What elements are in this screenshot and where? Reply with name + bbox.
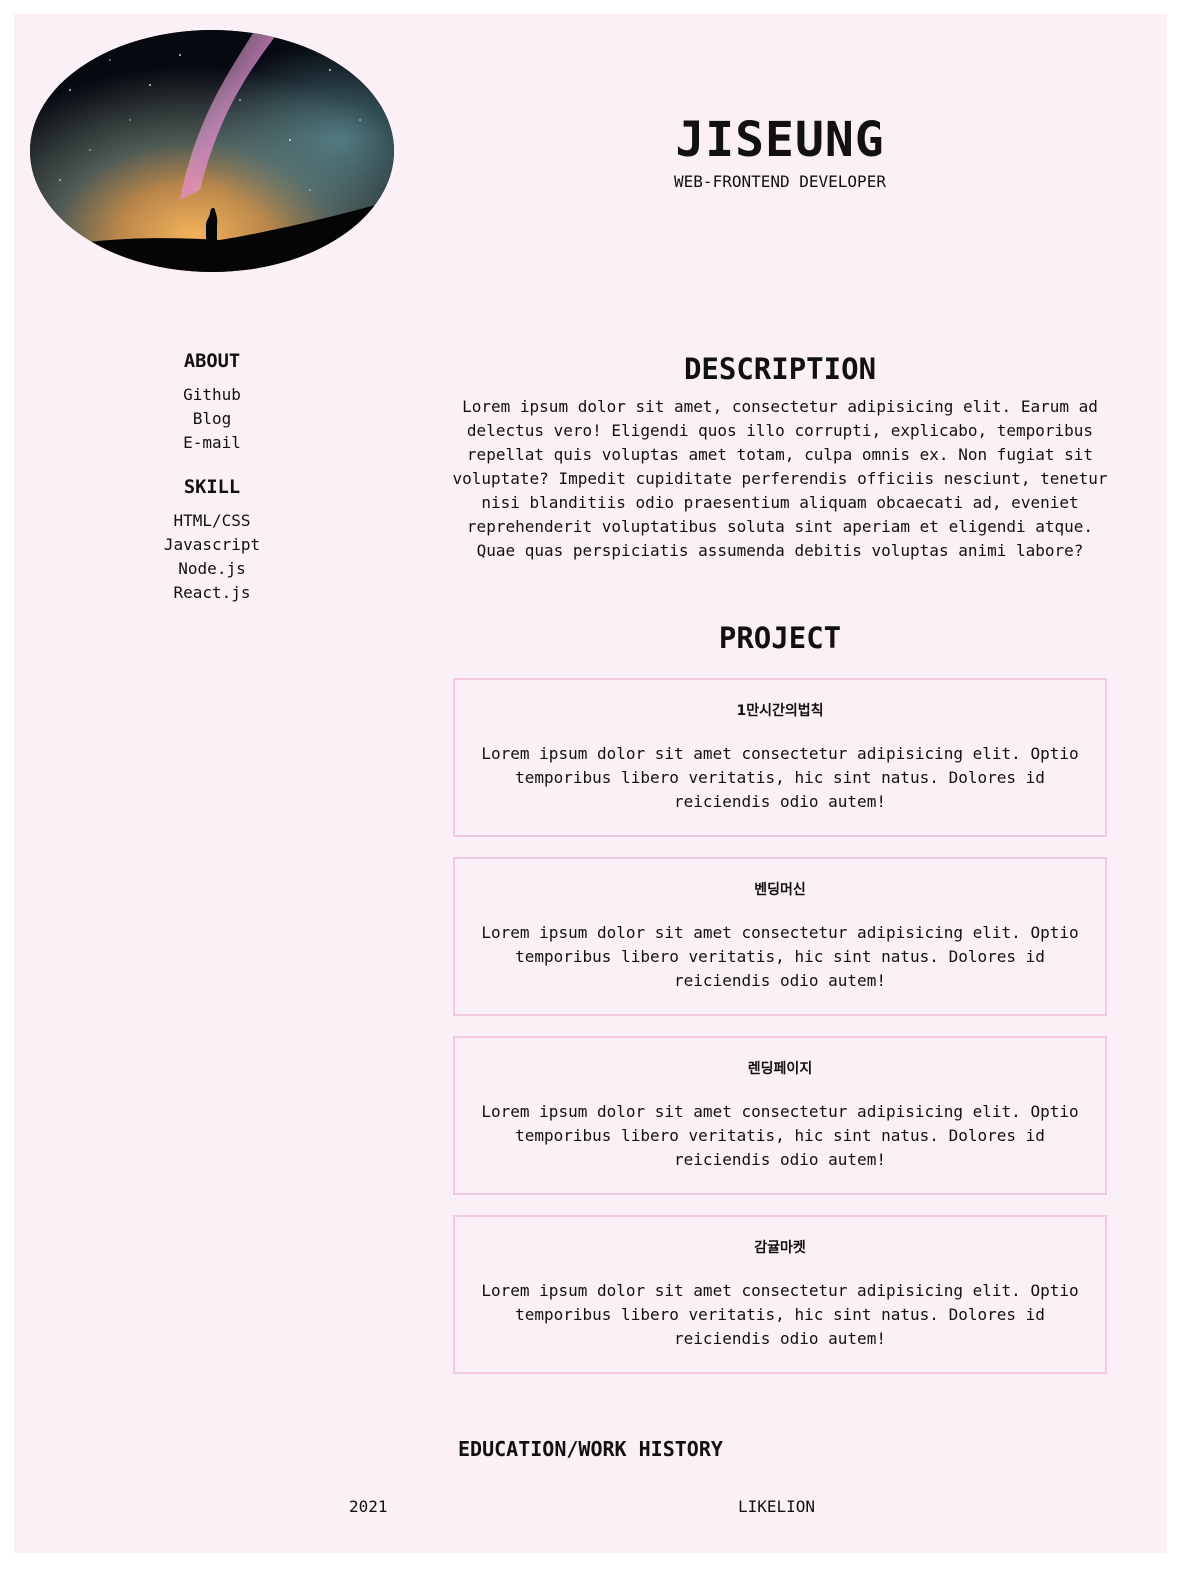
owner-role: WEB-FRONTEND DEVELOPER xyxy=(674,172,886,191)
email-link[interactable]: E-mail xyxy=(183,433,241,452)
milky-way-photo xyxy=(30,30,394,272)
history-organization: LIKELION xyxy=(738,1497,816,1516)
sidebar: ABOUT Github Blog E-mail SKILL HTML/CSS … xyxy=(112,351,312,627)
resume-page: JISEUNG WEB-FRONTEND DEVELOPER ABOUT Git… xyxy=(14,14,1167,1553)
main-content: DESCRIPTION Lorem ipsum dolor sit amet, … xyxy=(444,351,1116,1374)
project-description: Lorem ipsum dolor sit amet consectetur a… xyxy=(481,1102,1079,1169)
project-card[interactable]: 렌딩페이지 Lorem ipsum dolor sit amet consect… xyxy=(453,1036,1107,1195)
project-card[interactable]: 감귤마켓 Lorem ipsum dolor sit amet consecte… xyxy=(453,1215,1107,1374)
project-name: 감귤마켓 xyxy=(754,1240,806,1256)
about-links: Github Blog E-mail xyxy=(112,383,312,455)
history-year: 2021 xyxy=(349,1497,388,1516)
about-link-blog[interactable]: Blog xyxy=(112,407,312,431)
about-link-email[interactable]: E-mail xyxy=(112,431,312,455)
description-text: Lorem ipsum dolor sit amet, consectetur … xyxy=(452,397,1108,560)
project-name: 렌딩페이지 xyxy=(747,1061,813,1077)
project-section: PROJECT 1만시간의법칙 Lorem ipsum dolor sit am… xyxy=(444,620,1116,1374)
project-name: 벤딩머신 xyxy=(754,882,806,898)
description-title: DESCRIPTION xyxy=(683,352,877,386)
skill-heading: SKILL xyxy=(183,477,241,498)
project-name: 1만시간의법칙 xyxy=(736,703,824,719)
project-list: 1만시간의법칙 Lorem ipsum dolor sit amet conse… xyxy=(444,678,1116,1374)
github-link[interactable]: Github xyxy=(183,385,241,404)
project-description: Lorem ipsum dolor sit amet consectetur a… xyxy=(481,1281,1079,1348)
project-description: Lorem ipsum dolor sit amet consectetur a… xyxy=(481,923,1079,990)
name-block: JISEUNG WEB-FRONTEND DEVELOPER xyxy=(444,110,1116,192)
about-heading: ABOUT xyxy=(183,351,241,372)
project-title: PROJECT xyxy=(718,621,842,655)
skill-list: HTML/CSS Javascript Node.js React.js xyxy=(112,509,312,605)
about-link-github[interactable]: Github xyxy=(112,383,312,407)
project-card[interactable]: 벤딩머신 Lorem ipsum dolor sit amet consecte… xyxy=(453,857,1107,1016)
skill-item: HTML/CSS xyxy=(173,511,251,530)
blog-link[interactable]: Blog xyxy=(193,409,232,428)
project-card[interactable]: 1만시간의법칙 Lorem ipsum dolor sit amet conse… xyxy=(453,678,1107,837)
night-sky-image xyxy=(30,30,394,272)
owner-name: JISEUNG xyxy=(675,112,885,168)
description-section: DESCRIPTION Lorem ipsum dolor sit amet, … xyxy=(444,351,1116,563)
skill-item: Javascript xyxy=(163,535,261,554)
history-title: EDUCATION/WORK HISTORY xyxy=(458,1437,723,1461)
skill-item: React.js xyxy=(173,583,251,602)
project-description: Lorem ipsum dolor sit amet consectetur a… xyxy=(481,744,1079,811)
skill-item: Node.js xyxy=(178,559,246,578)
